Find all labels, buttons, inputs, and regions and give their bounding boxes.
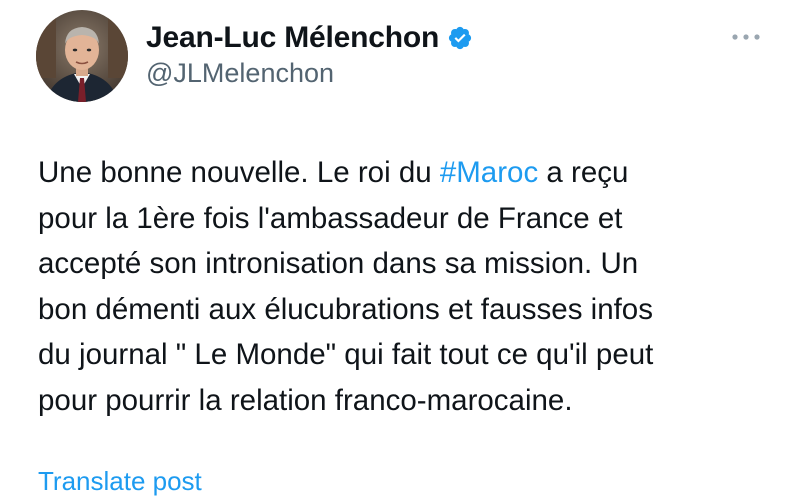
post-text-segment: Une bonne nouvelle. Le roi du xyxy=(38,156,440,189)
author-name-row: Jean-Luc Mélenchon xyxy=(146,18,473,58)
more-horizontal-icon xyxy=(732,34,760,40)
avatar[interactable] xyxy=(36,10,128,102)
post-line: Une bonne nouvelle. Le roi du #Maroc a r… xyxy=(38,150,778,196)
more-options-button[interactable] xyxy=(726,22,766,52)
tweet-card: Jean-Luc Mélenchon @JLMelenchon Une bonn… xyxy=(0,0,800,501)
post-text: Une bonne nouvelle. Le roi du #Maroc a r… xyxy=(38,150,778,423)
avatar-photo xyxy=(36,10,128,102)
post-line: bon démenti aux élucubrations et fausses… xyxy=(38,292,653,326)
hashtag-link[interactable]: #Maroc xyxy=(440,156,538,189)
post-text-segment: a reçu xyxy=(538,156,629,189)
post-line: pour la 1ère fois l'ambassadeur de Franc… xyxy=(38,201,623,235)
translate-post-link[interactable]: Translate post xyxy=(38,466,202,497)
post-line: pour pourrir la relation franco-marocain… xyxy=(38,383,573,417)
author-handle[interactable]: @JLMelenchon xyxy=(146,58,334,89)
post-line: accepté son intronisation dans sa missio… xyxy=(38,247,639,280)
author-display-name[interactable]: Jean-Luc Mélenchon xyxy=(146,21,439,55)
post-line: du journal " Le Monde" qui fait tout ce … xyxy=(38,338,654,371)
verified-badge-icon[interactable] xyxy=(447,25,473,51)
